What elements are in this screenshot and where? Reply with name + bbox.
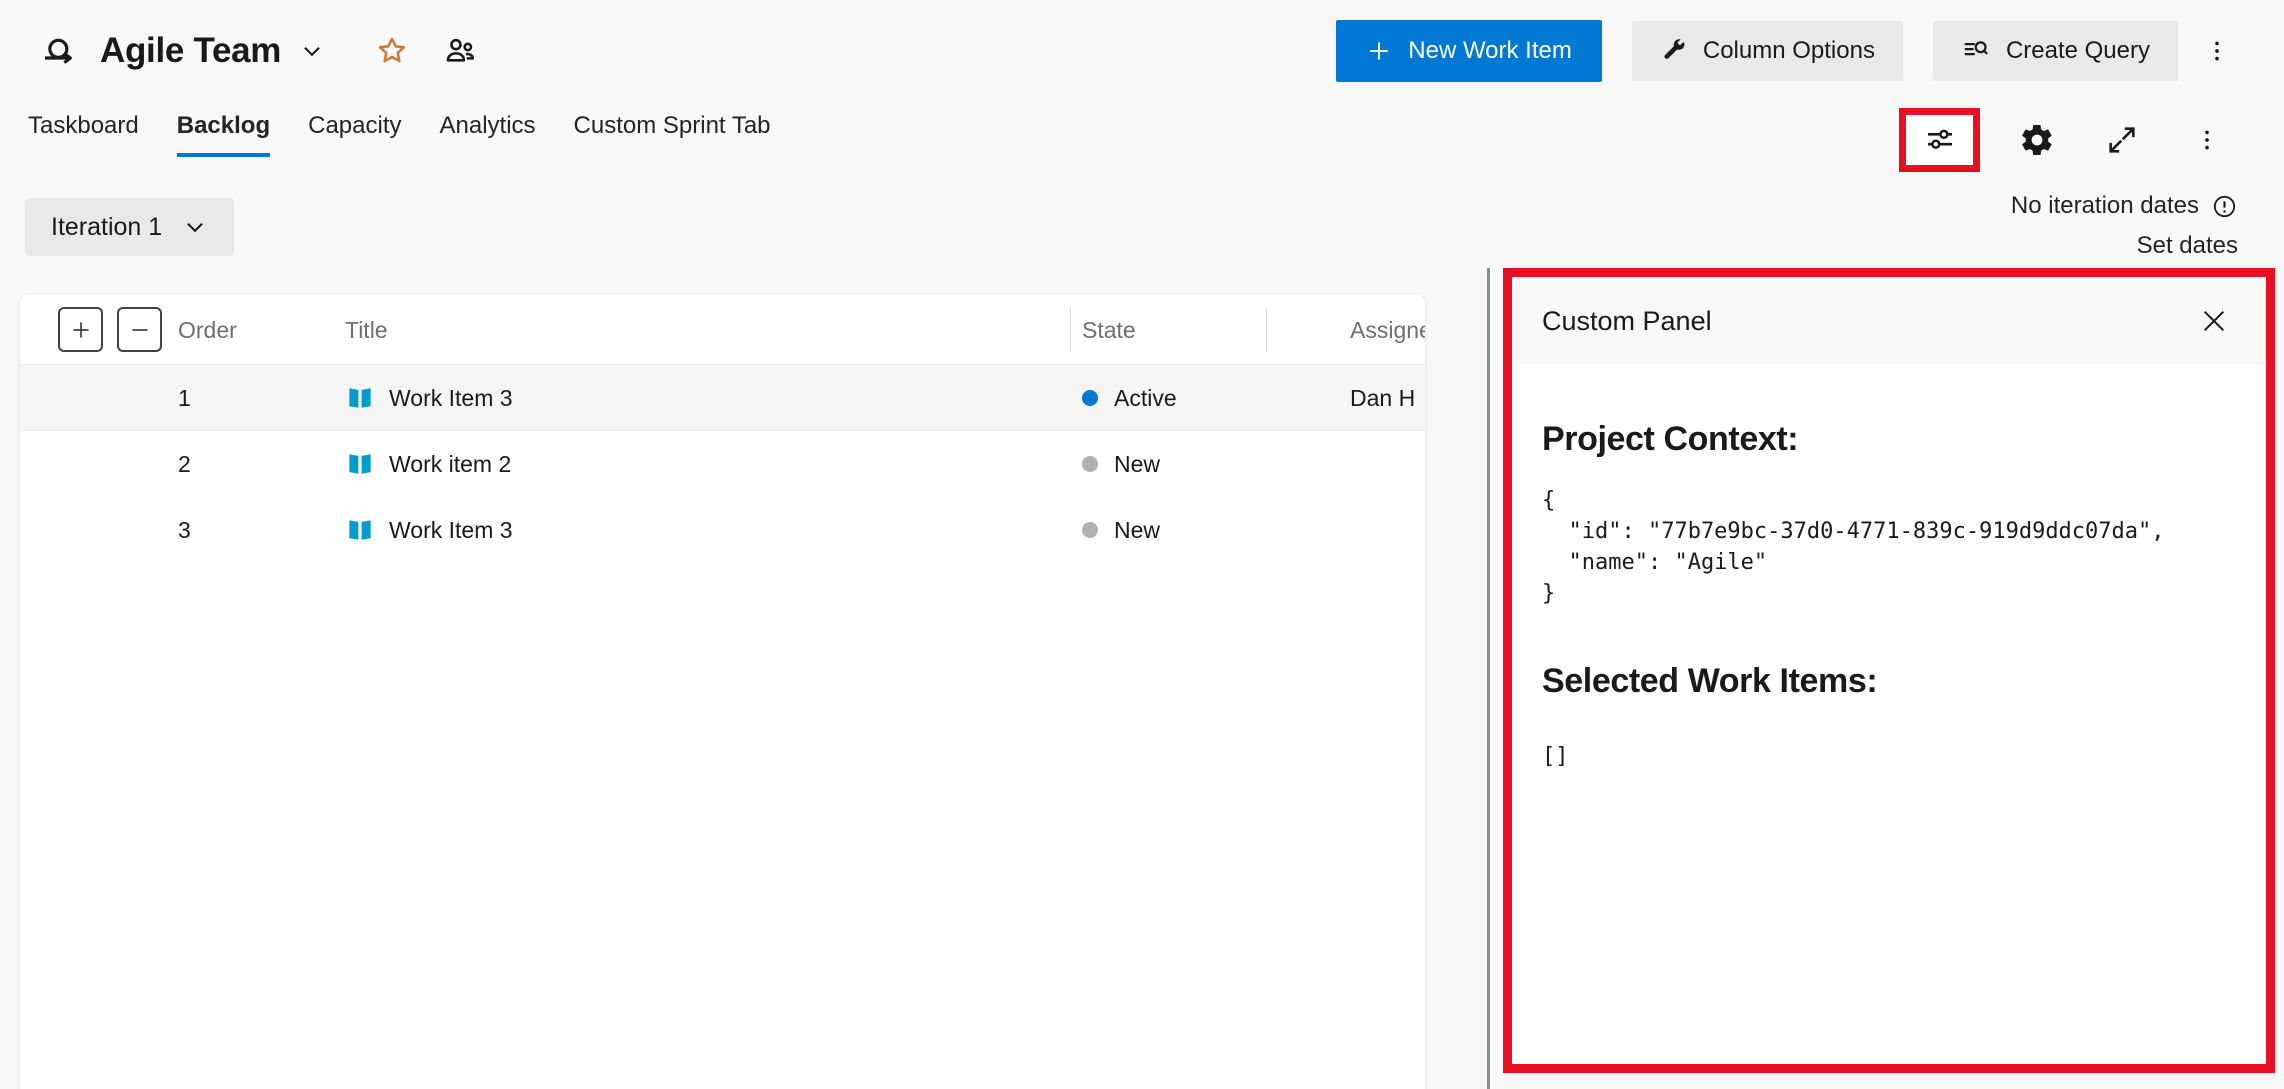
plus-icon	[1366, 38, 1392, 64]
work-item-state: New	[1114, 450, 1161, 477]
sprint-tabs: Taskboard Backlog Capacity Analytics Cus…	[28, 112, 771, 157]
column-header-title[interactable]: Title	[345, 295, 388, 365]
no-iteration-dates-text: No iteration dates	[2010, 192, 2199, 219]
tab-custom-sprint-tab[interactable]: Custom Sprint Tab	[574, 112, 771, 157]
favorite-button[interactable]	[369, 28, 415, 74]
selected-work-items-heading: Selected Work Items:	[1542, 662, 1878, 700]
state-dot-new	[1082, 522, 1098, 538]
plus-icon	[68, 317, 94, 343]
chevron-down-icon	[182, 214, 208, 240]
fullscreen-button[interactable]	[2094, 112, 2150, 168]
work-item-type-icon	[345, 383, 375, 413]
sprint-icon	[40, 31, 80, 71]
row-order: 3	[178, 516, 191, 543]
column-options-label: Column Options	[1702, 37, 1875, 64]
filter-sliders-icon	[1922, 122, 1958, 158]
minus-icon	[127, 317, 153, 343]
column-separator	[1266, 308, 1267, 352]
row-order: 2	[178, 450, 191, 477]
custom-panel: Custom Panel Project Context: { "id": "7…	[1503, 268, 2275, 1073]
view-more-options-button[interactable]	[2179, 112, 2235, 168]
work-item-state: Active	[1114, 384, 1177, 411]
work-item-type-icon	[345, 449, 375, 479]
iteration-selector-label: Iteration 1	[51, 212, 163, 241]
custom-panel-body: Project Context: { "id": "77b7e9bc-37d0-…	[1512, 365, 2266, 1064]
team-members-button[interactable]	[437, 28, 483, 74]
table-row[interactable]: 2 Work item 2 New	[20, 431, 1425, 497]
filter-button[interactable]	[1912, 112, 1968, 168]
vertical-ellipsis-icon	[2204, 38, 2230, 64]
iteration-dates-info: No iteration dates Set dates	[2011, 192, 2238, 260]
new-work-item-button[interactable]: New Work Item	[1336, 20, 1602, 82]
tab-backlog[interactable]: Backlog	[176, 112, 271, 157]
set-dates-link[interactable]: Set dates	[2137, 232, 2238, 260]
table-row[interactable]: 3 Work Item 3 New	[20, 497, 1425, 563]
tab-taskboard[interactable]: Taskboard	[28, 112, 139, 157]
close-icon	[2198, 305, 2230, 337]
collapse-all-button[interactable]	[117, 307, 162, 352]
page-title: Agile Team	[100, 31, 282, 70]
column-separator	[1070, 308, 1071, 352]
team-switcher-button[interactable]	[289, 28, 335, 74]
column-header-assigned-to[interactable]: Assigned To	[1350, 295, 1425, 365]
header-more-options-button[interactable]	[2192, 21, 2242, 81]
backlog-table-header: Order Title State Assigned To	[20, 295, 1425, 365]
selected-work-items-json: []	[1542, 744, 1569, 769]
chevron-down-icon	[299, 38, 325, 64]
view-actions	[1899, 100, 2235, 180]
project-context-json: { "id": "77b7e9bc-37d0-4771-839c-919d9dd…	[1542, 488, 2165, 606]
tab-capacity[interactable]: Capacity	[308, 112, 401, 157]
row-order: 1	[178, 384, 191, 411]
info-icon	[2211, 193, 2238, 220]
create-query-label: Create Query	[2005, 37, 2150, 64]
work-item-title[interactable]: Work Item 3	[389, 517, 513, 544]
work-item-title[interactable]: Work Item 3	[389, 385, 513, 412]
panel-splitter[interactable]	[1487, 268, 1490, 1089]
state-dot-new	[1082, 456, 1098, 472]
team-header: Agile Team New Work Item Column Options …	[40, 16, 2242, 86]
fullscreen-expand-icon	[2105, 123, 2139, 157]
gear-icon	[2019, 122, 2055, 158]
work-item-type-icon	[345, 515, 375, 545]
custom-panel-title: Custom Panel	[1542, 305, 1712, 336]
tab-analytics[interactable]: Analytics	[439, 112, 535, 157]
column-header-order[interactable]: Order	[178, 295, 237, 365]
custom-panel-header: Custom Panel	[1512, 277, 2266, 365]
filter-highlight-box	[1899, 108, 1980, 172]
vertical-ellipsis-icon	[2194, 127, 2220, 153]
column-options-button[interactable]: Column Options	[1631, 21, 1903, 81]
wrench-icon	[1660, 37, 1688, 65]
work-item-state: New	[1114, 516, 1161, 543]
work-item-title[interactable]: Work item 2	[389, 451, 511, 478]
state-dot-active	[1082, 390, 1098, 406]
project-context-heading: Project Context:	[1542, 420, 1799, 458]
work-item-assigned-to: Dan H	[1350, 384, 1416, 411]
panel-close-button[interactable]	[2192, 299, 2236, 343]
team-members-icon	[442, 33, 478, 69]
table-row[interactable]: 1 Work Item 3 Active Dan H	[20, 365, 1425, 431]
settings-button[interactable]	[2009, 112, 2065, 168]
create-query-button[interactable]: Create Query	[1932, 21, 2178, 81]
column-header-state[interactable]: State	[1082, 295, 1136, 365]
expand-all-button[interactable]	[58, 307, 103, 352]
backlog-table: Order Title State Assigned To 1 Work Ite…	[20, 295, 1425, 1089]
favorite-star-icon	[375, 34, 409, 68]
query-list-icon	[1961, 36, 1991, 66]
iteration-selector[interactable]: Iteration 1	[25, 198, 235, 256]
new-work-item-label: New Work Item	[1408, 37, 1572, 64]
